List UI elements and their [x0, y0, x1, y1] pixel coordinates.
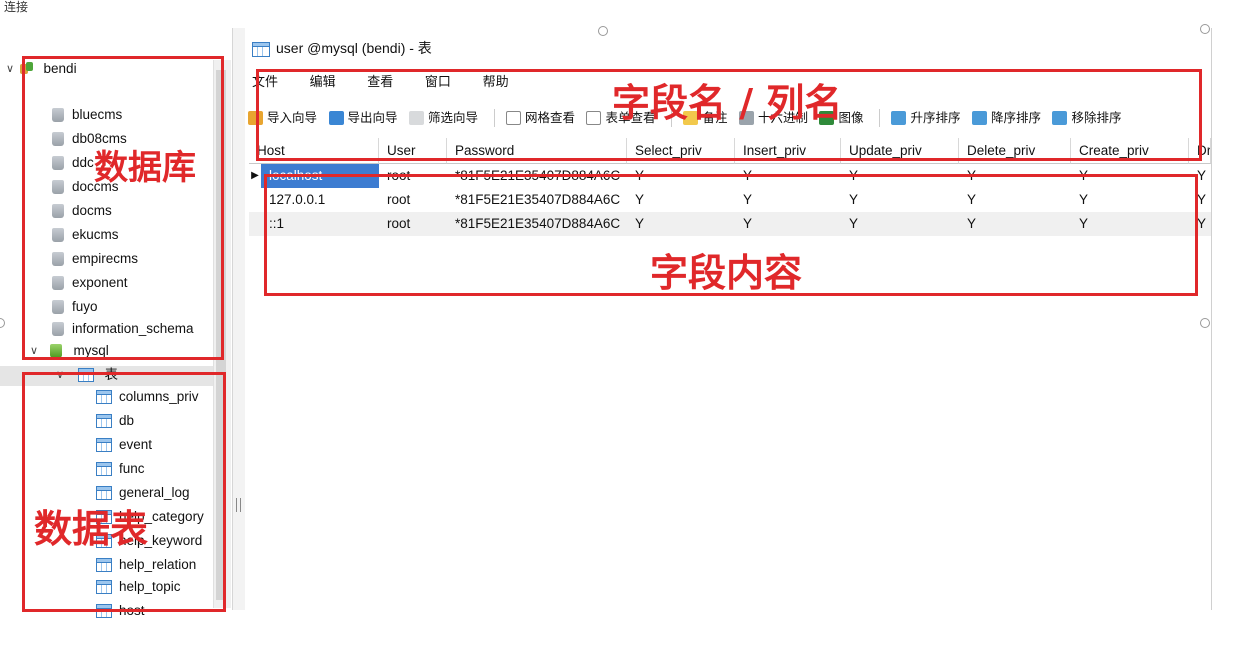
annotation-label-content: 字段内容: [650, 251, 803, 295]
annotation-label-columns: 字段名 / 列名: [612, 81, 843, 125]
window-title: user @mysql (bendi) - 表: [276, 40, 432, 56]
resize-handle[interactable]: [1200, 24, 1210, 34]
splitter-grip-icon[interactable]: [236, 498, 241, 512]
table-icon: [252, 41, 270, 57]
resize-handle[interactable]: [1200, 318, 1210, 328]
current-row-marker-icon: ▶: [251, 170, 259, 181]
window-border: [1211, 28, 1212, 610]
annotation-box-tables: [22, 372, 226, 612]
annotation-label-databases: 数据库: [94, 148, 196, 188]
resize-handle[interactable]: [598, 26, 608, 36]
annotation-label-tables: 数据表: [34, 507, 149, 551]
chevron-down-icon[interactable]: ∨: [6, 58, 16, 80]
navigator-header: 连接: [4, 0, 29, 14]
pane-splitter[interactable]: [232, 28, 246, 610]
window-titlebar: user @mysql (bendi) - 表: [252, 36, 432, 60]
annotation-box-databases: [22, 56, 224, 360]
